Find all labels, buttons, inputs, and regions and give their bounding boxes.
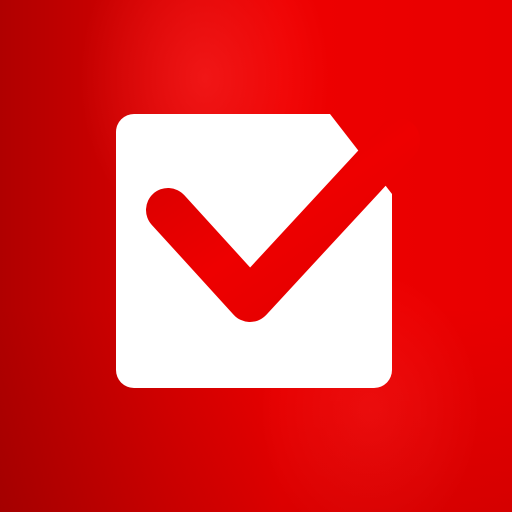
app-icon[interactable]	[0, 0, 512, 512]
checkbox-checked-icon	[116, 114, 420, 388]
checkbox-box	[116, 114, 392, 388]
